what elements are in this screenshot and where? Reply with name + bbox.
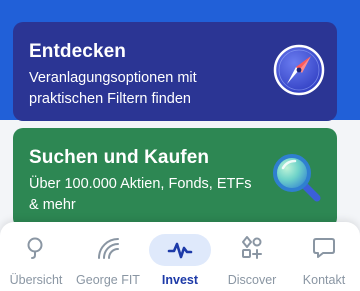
- chart-pulse-icon: [167, 242, 193, 259]
- magnifier-icon: [273, 154, 321, 202]
- tab-contact-label: Kontakt: [302, 273, 346, 287]
- tab-discover[interactable]: Discover: [216, 222, 288, 291]
- tab-contact[interactable]: Kontakt: [288, 222, 360, 291]
- tab-overview[interactable]: Übersicht: [0, 222, 72, 291]
- signal-icon: [98, 238, 119, 259]
- bottom-tab-bar: Übersicht George FIT Invest Discover Kon…: [0, 222, 360, 291]
- discover-card[interactable]: Entdecken Veranlagungsoptionen mit prakt…: [13, 22, 337, 121]
- discover-grid-icon: [242, 236, 262, 259]
- discover-card-subtitle: Veranlagungsoptionen mit praktischen Fil…: [29, 70, 197, 107]
- tab-invest-label: Invest: [161, 273, 199, 287]
- tab-overview-label: Übersicht: [9, 273, 63, 287]
- compass-icon: [273, 44, 325, 96]
- tab-discover-label: Discover: [227, 273, 277, 287]
- overview-icon: [27, 237, 43, 259]
- search-buy-card[interactable]: Suchen und Kaufen Über 100.000 Aktien, F…: [13, 128, 337, 228]
- search-buy-card-subtitle: Über 100.000 Aktien, Fonds, ETFs & mehr: [29, 176, 252, 213]
- chat-bubble-icon: [313, 238, 335, 258]
- tab-george-fit-label: George FIT: [76, 273, 140, 287]
- tab-george-fit[interactable]: George FIT: [72, 222, 144, 291]
- tab-invest[interactable]: Invest: [144, 222, 216, 291]
